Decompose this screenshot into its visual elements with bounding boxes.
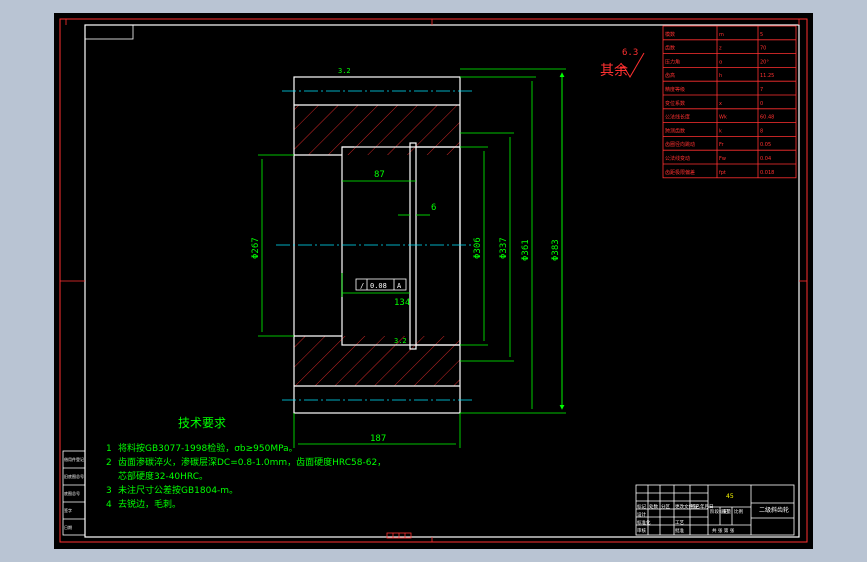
svg-text:A: A	[397, 282, 402, 290]
projection-box	[84, 24, 134, 40]
gear-table-cell-name: 齿圈径向跳动	[665, 141, 695, 148]
tech-item-number: 4	[106, 500, 112, 510]
gear-table-cell-name: 齿数	[665, 45, 675, 52]
svg-text:45: 45	[726, 493, 734, 500]
gear-table-cell-val: 5	[760, 32, 763, 38]
roughness-top: 3.2	[338, 67, 351, 75]
svg-text:设计: 设计	[637, 511, 646, 518]
svg-text:分区: 分区	[661, 503, 670, 510]
svg-text:工艺: 工艺	[675, 520, 684, 526]
gear-table-cell-sym: m	[719, 32, 724, 38]
gear-table-cell-val: 0.04	[760, 156, 771, 162]
gear-table-cell-val: 20°	[760, 59, 769, 65]
gear-table-cell-sym: Fr	[719, 142, 725, 148]
gear-table-cell-val: 70	[760, 46, 766, 52]
gear-table-cell-name: 精度等级	[665, 86, 685, 93]
dim-6: 6	[431, 203, 436, 213]
gear-table-cell-name: 齿高	[665, 72, 675, 79]
gear-table-cell-sym: z	[719, 46, 722, 52]
svg-text:比例: 比例	[734, 508, 743, 515]
tech-item-text: 将料按GB3077-1998检验，σb≥950MPa。	[118, 442, 298, 454]
svg-text:借用件登记: 借用件登记	[64, 456, 84, 462]
roughness-marks: 3.2 3.2 其余 6.3	[338, 48, 645, 345]
tech-item-number: 2	[106, 458, 112, 468]
svg-text:批准: 批准	[675, 527, 684, 534]
gear-table-cell-name: 齿距极限偏差	[665, 169, 695, 176]
tolerance-frame: / 0.08 A	[355, 278, 407, 291]
svg-text:0.08: 0.08	[370, 282, 387, 290]
gear-parameter-table: 模数 m 5 齿数 z 70 压力角 α 20° 齿高 h 11.25 精度等级 7 变位系数 x 0 公法线长度…	[662, 25, 797, 179]
svg-text:签字: 签字	[64, 507, 72, 513]
gear-table-cell-sym: α	[719, 59, 723, 65]
tech-title: 技术要求	[178, 416, 226, 430]
svg-text:旧底图总号: 旧底图总号	[64, 473, 84, 479]
gear-table-cell-sym: Fw	[719, 156, 726, 162]
svg-text:审核: 审核	[637, 527, 646, 534]
gear-table-cell-val: 0.018	[760, 170, 774, 176]
cad-viewport[interactable]: Φ383 Φ361 Φ337 Φ306 Φ267 87 6 134 187 3.…	[54, 13, 813, 549]
roughness-rest-value: 6.3	[622, 48, 638, 58]
gear-table-cell-val: 8	[760, 128, 763, 134]
tech-item-text: 芯部硬度32-40HRC。	[118, 470, 208, 482]
svg-text:标准化: 标准化	[637, 519, 651, 526]
dim-134: 134	[394, 298, 410, 308]
svg-text:/: /	[360, 282, 364, 290]
tech-item-number: 3	[106, 486, 112, 496]
gear-table-cell-sym: fpt	[719, 170, 726, 176]
dim-87: 87	[374, 170, 385, 180]
dim-337: Φ337	[499, 237, 509, 259]
gear-table-cell-sym: x	[719, 101, 722, 107]
tech-item-text: 去锐边，毛刺。	[118, 498, 181, 510]
gear-table-cell-val: 0	[760, 101, 763, 107]
svg-text:处数: 处数	[649, 503, 658, 510]
dimension-texts: Φ383 Φ361 Φ337 Φ306 Φ267 87 6 134 187	[251, 170, 561, 444]
gear-table-cell-name: 跨测齿数	[665, 127, 685, 134]
svg-text:签名: 签名	[691, 503, 700, 510]
dim-383: Φ383	[551, 239, 561, 261]
tech-item-text: 齿面渗碳淬火，渗碳层深DC=0.8-1.0mm，齿面硬度HRC58-62，	[118, 456, 386, 468]
gear-table-cell-val: 11.25	[760, 73, 774, 79]
roughness-rest-label: 其余	[600, 62, 628, 79]
gear-table-cell-sym: h	[719, 73, 722, 79]
svg-text:共 张 第 张: 共 张 第 张	[712, 527, 735, 534]
gear-drawing: Φ383 Φ361 Φ337 Φ306 Φ267 87 6 134 187 3.…	[59, 18, 808, 543]
svg-text:日期: 日期	[64, 524, 72, 530]
dim-361: Φ361	[521, 239, 531, 261]
gear-table-cell-val: 0.05	[760, 142, 771, 148]
dim-306: Φ306	[473, 237, 483, 259]
svg-text:重量: 重量	[722, 508, 731, 515]
svg-text:年月日: 年月日	[700, 503, 714, 510]
gear-table-cell-val: 7	[760, 87, 763, 93]
dim-267: Φ267	[251, 237, 261, 259]
gear-table-cell-name: 变位系数	[665, 100, 685, 107]
dim-187: 187	[370, 434, 386, 444]
gear-table-cell-name: 压力角	[665, 58, 680, 65]
svg-text:二级斜齿轮: 二级斜齿轮	[759, 506, 789, 514]
gear-table-cell-sym: Wk	[719, 115, 727, 121]
svg-text:标记: 标记	[637, 503, 646, 510]
gear-table-cell-val: 60.48	[760, 115, 774, 121]
gear-table-cell-name: 公法线长度	[665, 114, 690, 121]
tech-item-number: 1	[106, 444, 112, 454]
tech-requirements: 技术要求 1 将料按GB3077-1998检验，σb≥950MPa。 2 齿面渗碳淬火…	[106, 416, 386, 510]
roughness-bottom: 3.2	[394, 337, 407, 345]
tech-item-text: 未注尺寸公差按GB1804-m。	[118, 484, 238, 496]
gear-table-cell-sym: k	[719, 128, 722, 134]
gear-table-cell-name: 公法线变动	[665, 155, 690, 162]
gear-table-cell-name: 模数	[665, 31, 675, 38]
svg-text:底图总号: 底图总号	[64, 490, 80, 496]
